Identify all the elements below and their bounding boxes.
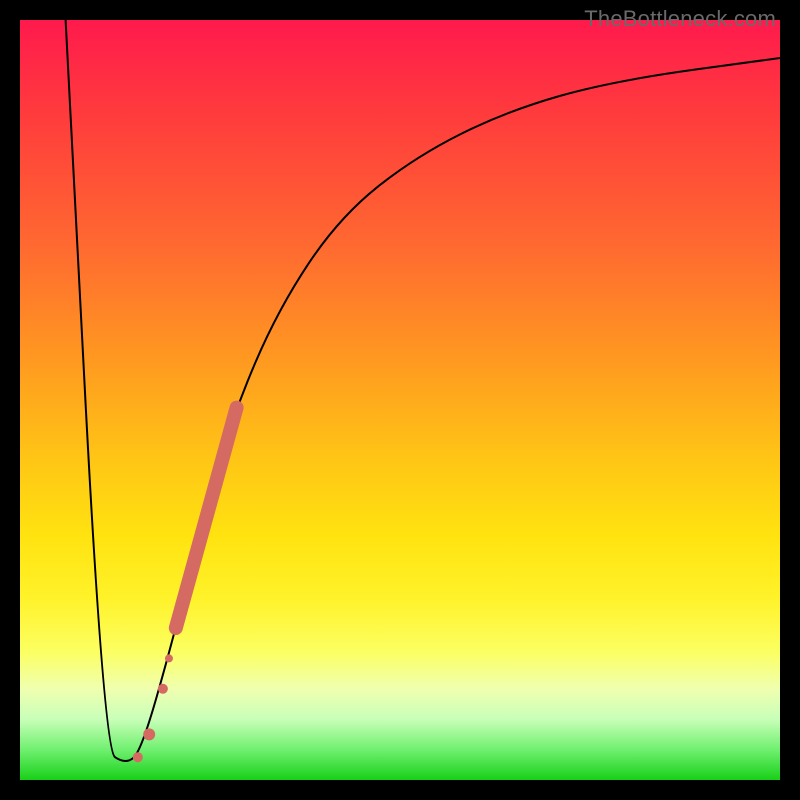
highlight-dot bbox=[143, 728, 155, 740]
highlight-dot bbox=[165, 654, 173, 662]
highlight-segment bbox=[176, 408, 237, 628]
bottleneck-curve bbox=[66, 20, 780, 761]
highlight-dot bbox=[158, 684, 168, 694]
highlight-dot bbox=[133, 752, 143, 762]
chart-svg bbox=[20, 20, 780, 780]
watermark-label: TheBottleneck.com bbox=[584, 6, 776, 32]
chart-frame: TheBottleneck.com bbox=[0, 0, 800, 800]
